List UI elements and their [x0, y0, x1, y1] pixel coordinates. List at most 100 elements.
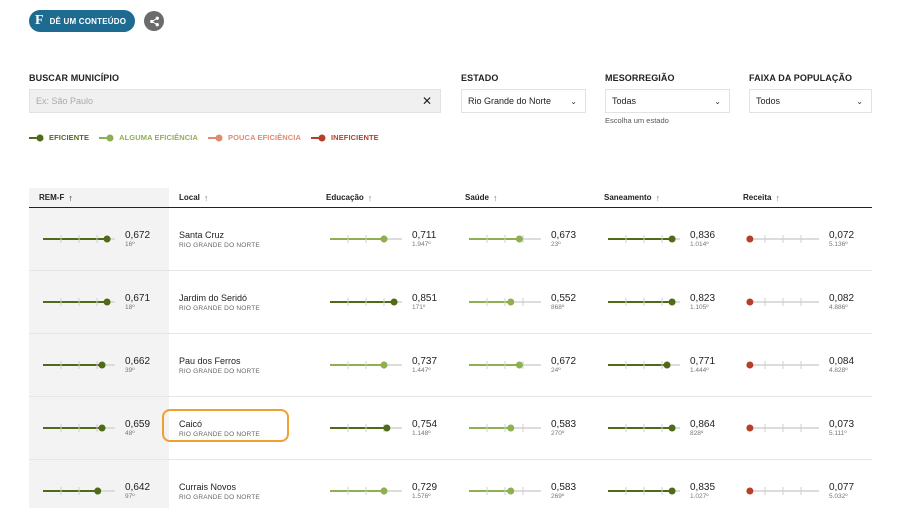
saneamento-cell: 0,864 828º — [596, 397, 735, 459]
gauge-dot — [507, 298, 515, 306]
clear-search-icon[interactable]: ✕ — [422, 95, 432, 107]
educacao-rank: 1.447º — [412, 366, 431, 374]
saude-score: 0,673 23º — [551, 230, 576, 249]
receita-rank: 5.136º — [829, 240, 848, 248]
remf-gauge — [43, 298, 115, 306]
gauge-dot — [380, 487, 388, 495]
educacao-score: 0,729 1.576º — [412, 482, 437, 501]
remf-rank: 18º — [125, 303, 135, 311]
legend-item-ineficiente[interactable]: INEFICIENTE — [311, 133, 379, 142]
municipality[interactable]: Caicó RIO GRANDE DO NORTE — [162, 408, 289, 442]
saneamento-rank: 1.014º — [690, 240, 709, 248]
saneamento-rank: 1.027º — [690, 492, 709, 500]
saneamento-gauge — [608, 235, 680, 243]
chevron-down-icon: ⌄ — [714, 96, 721, 106]
saneamento-gauge — [608, 487, 680, 495]
legend-item-pouca-eficiencia[interactable]: POUCA EFICIÊNCIA — [208, 133, 301, 142]
municipality-state: RIO GRANDE DO NORTE — [179, 493, 260, 501]
table-row[interactable]: 0,671 18º Jardim do Seridó RIO GRANDE DO NO… — [29, 271, 872, 334]
column-header-receita[interactable]: Receita ↑ — [735, 188, 872, 207]
saneamento-score: 0,864 828º — [690, 419, 715, 438]
saude-cell: 0,583 270º — [457, 397, 596, 459]
educacao-gauge — [330, 298, 402, 306]
municipality[interactable]: Jardim do Seridó RIO GRANDE DO NORTE — [179, 292, 260, 313]
saneamento-score: 0,836 1.014º — [690, 230, 715, 249]
column-label: Educação — [326, 193, 364, 202]
educacao-score: 0,737 1.447º — [412, 356, 437, 375]
legend-label: INEFICIENTE — [331, 133, 379, 142]
educacao-cell: 0,729 1.576º — [318, 460, 457, 508]
remf-cell: 0,671 18º — [29, 271, 169, 333]
remf-gauge — [43, 487, 115, 495]
saude-gauge — [469, 424, 541, 432]
saneamento-value: 0,771 — [690, 355, 716, 367]
receita-gauge — [746, 424, 819, 432]
column-label: Receita — [743, 193, 772, 202]
column-header-educacao[interactable]: Educação ↑ — [318, 188, 457, 207]
saude-cell: 0,673 23º — [457, 208, 596, 270]
table-row[interactable]: 0,659 48º Caicó RIO GRANDE DO NORTE 0,754 1.1… — [29, 397, 872, 460]
table-row[interactable]: 0,642 97º Currais Novos RIO GRANDE DO NORTE… — [29, 460, 872, 508]
municipality[interactable]: Pau dos Ferros RIO GRANDE DO NORTE — [179, 355, 260, 376]
legend-item-eficiente[interactable]: EFICIENTE — [29, 133, 89, 142]
gauge-dot — [746, 361, 754, 369]
receita-score: 0,072 5.136º — [829, 230, 854, 249]
remf-rank: 97º — [125, 492, 135, 500]
gauge-dot — [507, 424, 515, 432]
saneamento-value: 0,835 — [690, 481, 716, 493]
column-header-local[interactable]: Local ↑ — [169, 188, 318, 207]
remf-value: 0,662 — [125, 355, 151, 367]
sort-arrow-icon: ↑ — [493, 192, 498, 203]
saude-rank: 868º — [551, 303, 565, 311]
table-body: 0,672 16º Santa Cruz RIO GRANDE DO NORTE 0,7… — [29, 208, 872, 508]
gauge-dot — [746, 487, 754, 495]
saude-value: 0,672 — [551, 355, 577, 367]
sort-arrow-icon: ↑ — [367, 192, 373, 203]
remf-value: 0,642 — [125, 481, 151, 493]
estado-select[interactable]: Rio Grande do Norte ⌄ — [461, 89, 586, 113]
faixa-select[interactable]: Todos ⌄ — [749, 89, 872, 113]
gauge-dot — [383, 424, 391, 432]
saneamento-cell: 0,835 1.027º — [596, 460, 735, 508]
estado-value: Rio Grande do Norte — [468, 96, 552, 106]
local-cell: Santa Cruz RIO GRANDE DO NORTE — [169, 208, 318, 270]
add-content-button[interactable]: F DÊ UM CONTEÚDO — [29, 10, 136, 32]
search-input[interactable] — [36, 96, 396, 106]
receita-gauge — [746, 298, 819, 306]
saneamento-score: 0,823 1.105º — [690, 293, 715, 312]
educacao-gauge — [330, 487, 402, 495]
gauge-dot — [668, 298, 676, 306]
sort-arrow-icon: ↑ — [203, 192, 209, 203]
legend-item-alguma-eficiencia[interactable]: ALGUMA EFICIÊNCIA — [99, 133, 198, 142]
column-label: Saúde — [465, 193, 490, 202]
add-content-label: DÊ UM CONTEÚDO — [49, 16, 127, 26]
municipality[interactable]: Santa Cruz RIO GRANDE DO NORTE — [179, 229, 260, 250]
gauge-dot — [98, 424, 106, 432]
column-header-saneamento[interactable]: Saneamento ↑ — [596, 188, 735, 207]
receita-score: 0,084 4.828º — [829, 356, 854, 375]
table-row[interactable]: 0,662 39º Pau dos Ferros RIO GRANDE DO NORT… — [29, 334, 872, 397]
search-field: ✕ — [29, 89, 441, 113]
gauge-dot — [746, 424, 754, 432]
table-row[interactable]: 0,672 16º Santa Cruz RIO GRANDE DO NORTE 0,7… — [29, 208, 872, 271]
remf-gauge — [43, 424, 115, 432]
share-button[interactable] — [144, 11, 165, 31]
saude-rank: 270º — [551, 429, 565, 437]
educacao-cell: 0,851 171º — [318, 271, 457, 333]
educacao-rank: 1.947º — [412, 240, 431, 248]
saneamento-score: 0,835 1.027º — [690, 482, 715, 501]
municipality[interactable]: Currais Novos RIO GRANDE DO NORTE — [179, 481, 260, 502]
saude-score: 0,583 269º — [551, 482, 576, 501]
saude-rank: 24º — [551, 366, 561, 374]
column-header-remf[interactable]: REM-F ↑ — [29, 188, 169, 207]
saneamento-value: 0,864 — [690, 418, 716, 430]
saude-score: 0,552 868º — [551, 293, 576, 312]
gauge-dot — [380, 235, 388, 243]
column-header-saude[interactable]: Saúde ↑ — [457, 188, 596, 207]
educacao-value: 0,754 — [412, 418, 438, 430]
remf-cell: 0,662 39º — [29, 334, 169, 396]
mesorregiao-select[interactable]: Todas ⌄ — [605, 89, 730, 113]
gauge-dot — [103, 298, 111, 306]
educacao-rank: 171º — [412, 303, 426, 311]
educacao-gauge — [330, 235, 402, 243]
